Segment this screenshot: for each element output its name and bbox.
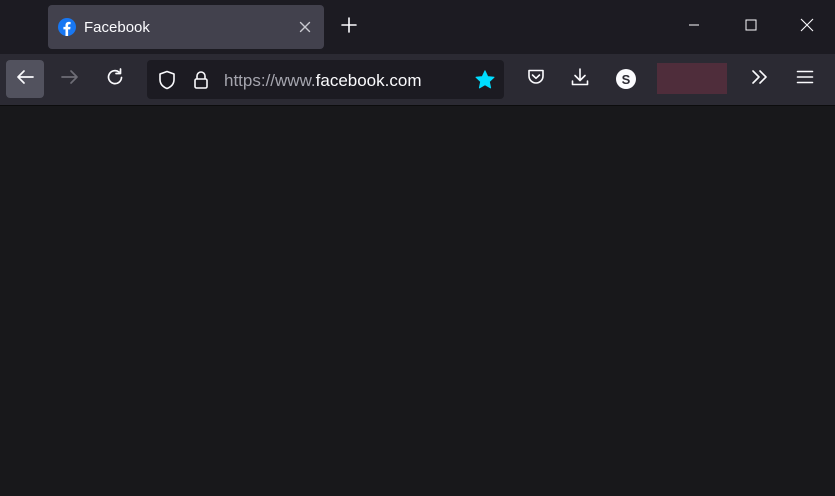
lock-icon[interactable] [191, 70, 211, 90]
navigation-toolbar: https://www.facebook.com S [0, 54, 835, 106]
window-close-button[interactable] [790, 10, 824, 44]
url-bar[interactable]: https://www.facebook.com [147, 60, 504, 99]
forward-button[interactable] [51, 60, 89, 98]
maximize-icon [745, 18, 757, 36]
hamburger-menu-icon [796, 68, 814, 91]
pocket-icon [526, 67, 546, 92]
new-tab-button[interactable] [334, 12, 364, 42]
shield-icon[interactable] [157, 70, 177, 90]
tab-facebook[interactable]: Facebook [48, 5, 324, 49]
minimize-button[interactable] [677, 10, 711, 44]
arrow-right-icon [60, 67, 80, 92]
page-content[interactable] [0, 106, 835, 496]
account-avatar: S [616, 69, 636, 89]
back-button[interactable] [6, 60, 44, 98]
url-text[interactable]: https://www.facebook.com [224, 71, 421, 90]
url-prefix: https://www. [224, 71, 316, 90]
minimize-icon [688, 18, 700, 36]
extension-button[interactable] [657, 63, 727, 94]
facebook-icon [58, 18, 76, 36]
tab-title: Facebook [84, 19, 150, 36]
app-menu-button[interactable] [786, 60, 824, 98]
url-domain: facebook.com [315, 71, 422, 90]
close-icon[interactable] [296, 18, 314, 36]
tab-bar: Facebook [0, 0, 835, 54]
reload-icon [105, 67, 125, 92]
pocket-button[interactable] [517, 60, 555, 98]
account-button[interactable]: S [607, 60, 645, 98]
maximize-button[interactable] [734, 10, 768, 44]
chevron-double-right-icon [750, 67, 770, 92]
browser-window: Facebook https://www.facebook.com S [0, 0, 835, 496]
overflow-menu-button[interactable] [741, 60, 779, 98]
plus-icon [341, 16, 357, 38]
reload-button[interactable] [96, 60, 134, 98]
download-icon [570, 67, 590, 92]
close-icon [800, 18, 814, 37]
download-button[interactable] [561, 60, 599, 98]
arrow-left-icon [15, 67, 35, 92]
star-icon[interactable] [474, 69, 496, 91]
